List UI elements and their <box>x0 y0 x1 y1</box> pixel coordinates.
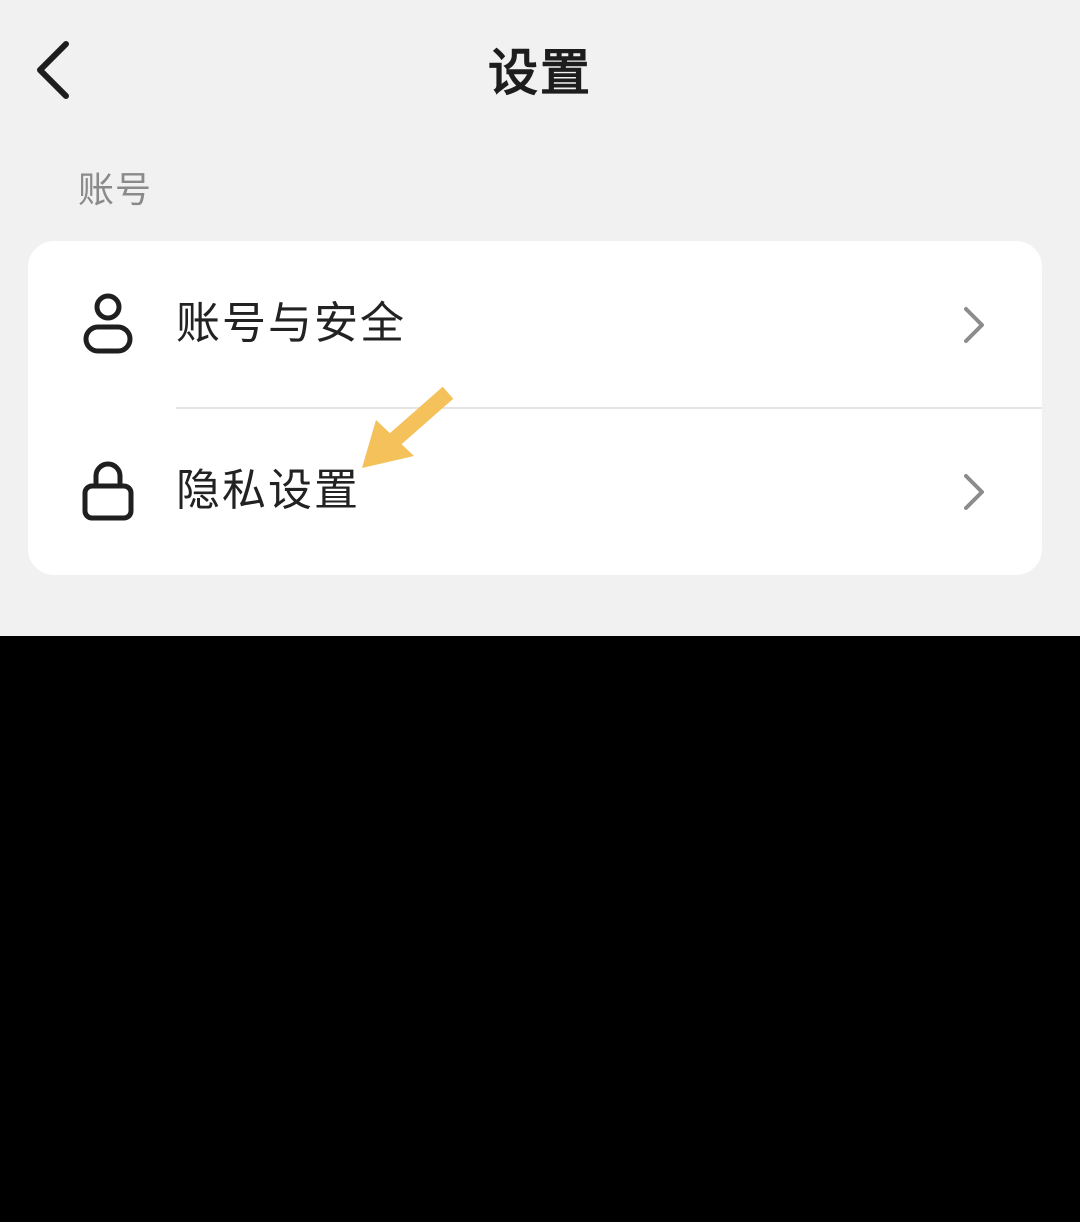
section-label-account: 账号 <box>78 170 153 211</box>
black-lower-area <box>0 636 1080 1222</box>
chevron-right-icon <box>964 307 984 343</box>
settings-screen: 设置 账号 账号与安全 隐私设置 <box>0 0 1080 636</box>
privacy-settings-item[interactable]: 隐私设置 <box>28 408 1042 574</box>
page-title: 设置 <box>488 44 592 102</box>
annotation-arrow-icon <box>362 386 454 468</box>
chevron-right-icon <box>964 474 984 510</box>
account-settings-card: 账号与安全 隐私设置 <box>28 241 1042 575</box>
lock-icon <box>82 461 134 521</box>
user-icon <box>83 293 133 354</box>
account-security-label: 账号与安全 <box>176 298 406 349</box>
account-security-item[interactable]: 账号与安全 <box>28 241 1042 409</box>
privacy-settings-label: 隐私设置 <box>176 465 360 516</box>
